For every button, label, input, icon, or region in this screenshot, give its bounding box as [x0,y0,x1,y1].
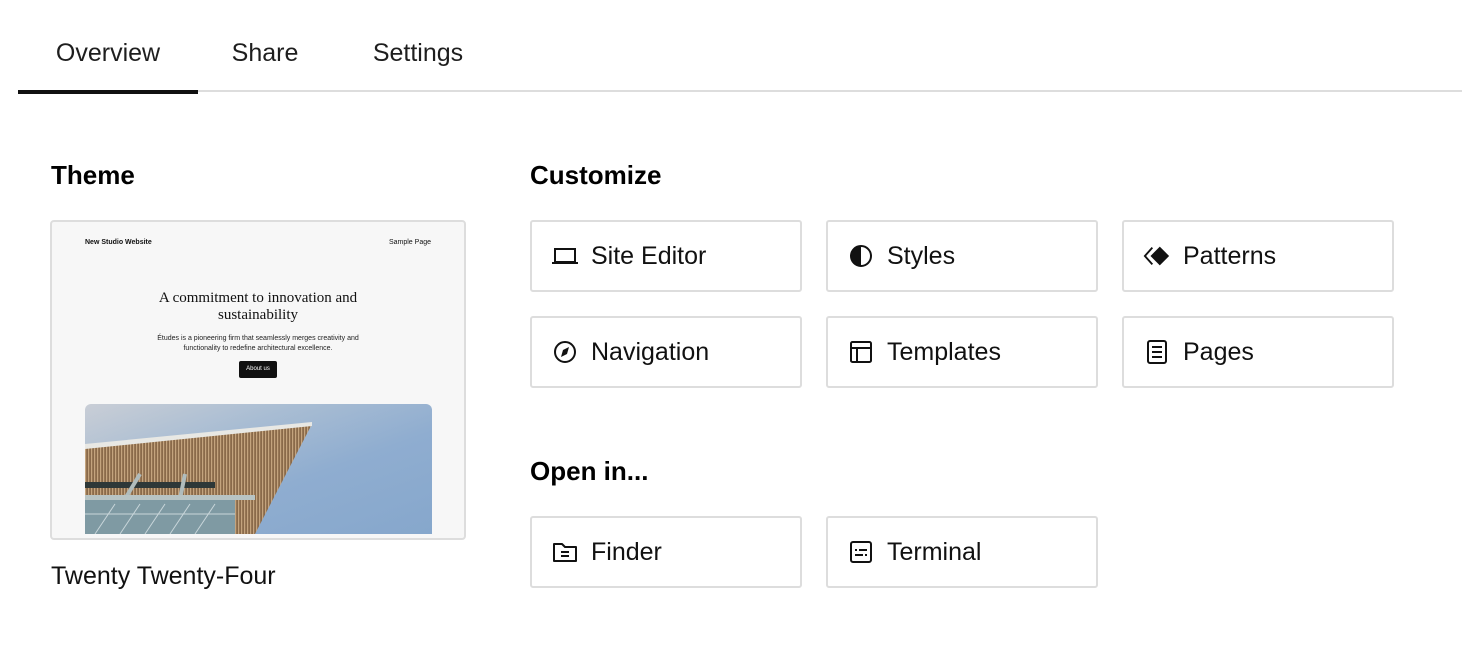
patterns-button[interactable]: Patterns [1122,220,1394,292]
templates-button[interactable]: Templates [826,316,1098,388]
templates-label: Templates [887,337,1001,366]
compass-icon [551,338,579,366]
styles-button[interactable]: Styles [826,220,1098,292]
preview-headline: A commitment to innovation and sustainab… [158,290,358,323]
tab-bar: Overview Share Settings [18,0,1462,94]
theme-heading: Theme [51,160,135,190]
open-in-heading: Open in... [530,456,649,486]
tab-settings[interactable]: Settings [348,0,488,92]
tab-overview[interactable]: Overview [18,0,198,94]
terminal-button[interactable]: Terminal [826,516,1098,588]
pages-button[interactable]: Pages [1122,316,1394,388]
preview-description: Études is a pioneering firm that seamles… [157,335,359,352]
terminal-icon [847,538,875,566]
styles-label: Styles [887,241,956,270]
navigation-label: Navigation [591,337,710,366]
tab-share[interactable]: Share [214,0,316,92]
preview-about-button: About us [239,361,277,378]
laptop-icon [551,242,579,270]
patterns-label: Patterns [1183,241,1277,270]
finder-label: Finder [591,537,662,566]
page-icon [1143,338,1171,366]
theme-name: Twenty Twenty-Four [51,562,276,590]
site-editor-button[interactable]: Site Editor [530,220,802,292]
customize-heading: Customize [530,160,662,190]
pages-label: Pages [1183,337,1254,366]
preview-nav-link: Sample Page [388,239,431,246]
patterns-diamond-icon [1143,242,1171,270]
folder-icon [551,538,579,566]
layout-icon [847,338,875,366]
theme-preview[interactable]: New Studio Website Sample Page A commitm… [50,220,466,540]
preview-site-title: New Studio Website [85,239,152,246]
terminal-label: Terminal [887,537,982,566]
preview-building-image [85,404,432,534]
half-circle-icon [847,242,875,270]
site-editor-label: Site Editor [591,241,707,270]
finder-button[interactable]: Finder [530,516,802,588]
navigation-button[interactable]: Navigation [530,316,802,388]
